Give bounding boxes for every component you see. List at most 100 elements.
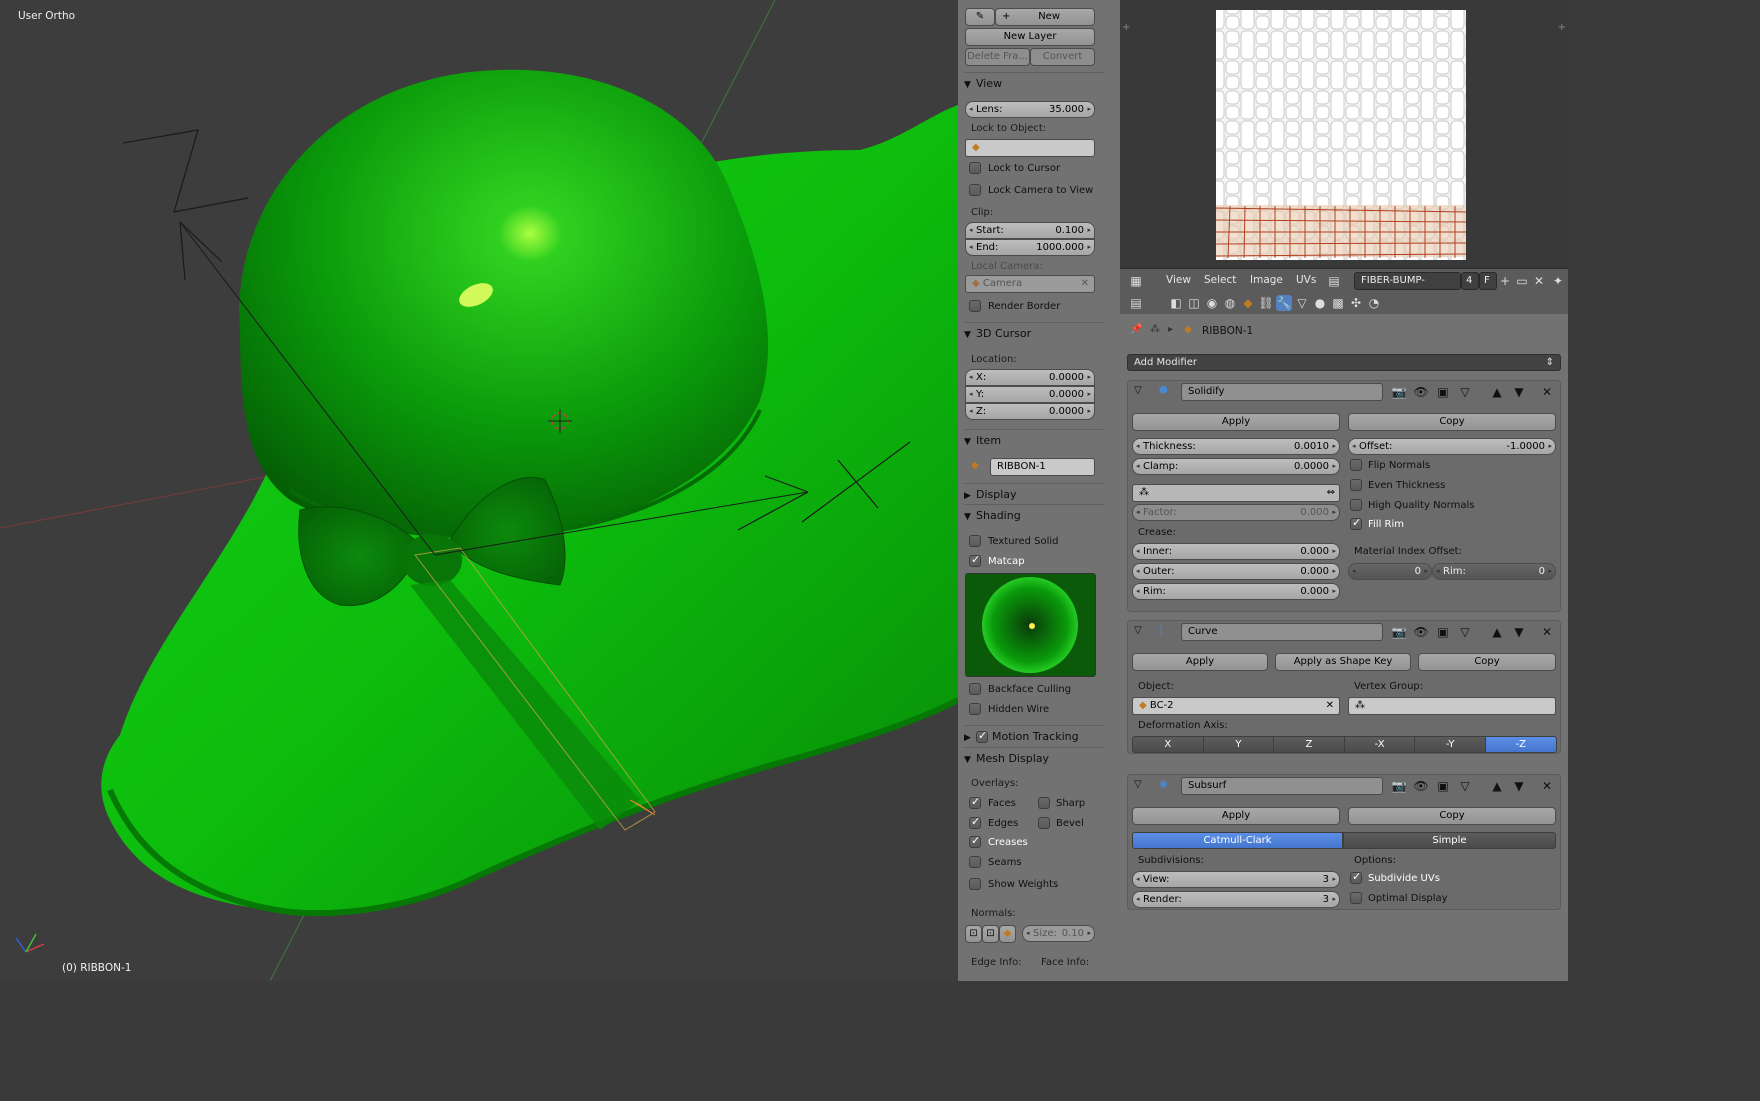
editor-type-icon[interactable]: ▤	[1128, 295, 1144, 311]
3d-viewport[interactable]: User Ortho (0) RIBBON-1	[0, 0, 958, 981]
show-weights-checkbox[interactable]	[969, 878, 981, 890]
render-toggle-icon[interactable]: 📷	[1391, 624, 1407, 640]
sharp-checkbox[interactable]	[1038, 797, 1050, 809]
clamp-field[interactable]: Clamp:0.0000	[1132, 458, 1340, 475]
edges-checkbox[interactable]	[969, 815, 981, 829]
catmull-clark-button[interactable]: Catmull-Clark	[1132, 832, 1343, 849]
uv-image-editor[interactable]: + +	[1120, 0, 1568, 268]
curve-vertex-group-field[interactable]: ⁂	[1348, 697, 1556, 715]
subsurf-name-field[interactable]: Subsurf	[1181, 777, 1383, 795]
select-menu[interactable]: Select	[1204, 274, 1236, 286]
axis-button-x[interactable]: X	[1132, 736, 1204, 753]
world-tab-icon[interactable]: ◍	[1222, 295, 1238, 311]
editmode-toggle-icon[interactable]: ▣	[1435, 384, 1451, 400]
subdivide-uvs-checkbox[interactable]	[1350, 870, 1362, 884]
image-browse-icon[interactable]: ▤	[1326, 273, 1342, 289]
cursor-x-field[interactable]: X:0.0000	[965, 369, 1095, 386]
cage-toggle-icon[interactable]: ▽	[1457, 624, 1473, 640]
mesh-display-header[interactable]: ▼ Mesh Display	[964, 747, 1104, 767]
render-toggle-icon[interactable]: 📷	[1391, 384, 1407, 400]
plus-icon[interactable]: +	[1558, 22, 1566, 33]
invert-icon[interactable]: ⇔	[1327, 485, 1335, 501]
faces-checkbox[interactable]	[969, 795, 981, 809]
gp-new-button[interactable]: + New	[995, 8, 1095, 26]
item-panel-header[interactable]: ▼ Item	[964, 429, 1104, 449]
matcap-preview[interactable]	[965, 573, 1096, 677]
creases-checkbox[interactable]	[969, 834, 981, 848]
item-name-field[interactable]: RIBBON-1	[990, 458, 1095, 476]
lock-object-field[interactable]: ◆	[965, 139, 1095, 157]
inner-crease-field[interactable]: Inner:0.000	[1132, 543, 1340, 560]
optimal-display-checkbox[interactable]	[1350, 892, 1362, 904]
lens-field[interactable]: Lens:35.000	[965, 101, 1095, 118]
solidify-name-field[interactable]: Solidify	[1181, 383, 1383, 401]
simple-button[interactable]: Simple	[1343, 832, 1556, 849]
close-icon[interactable]: ✕	[1539, 384, 1555, 400]
particles-tab-icon[interactable]: ✣	[1348, 295, 1364, 311]
close-icon[interactable]: ✕	[1539, 778, 1555, 794]
pin-icon[interactable]: 📌	[1130, 324, 1142, 335]
cursor-panel-header[interactable]: ▼ 3D Cursor	[964, 322, 1104, 342]
backface-culling-checkbox[interactable]	[969, 683, 981, 695]
view-menu[interactable]: View	[1166, 274, 1191, 286]
delete-frame-button[interactable]: Delete Fra...	[965, 48, 1030, 66]
shading-panel-header[interactable]: ▼ Shading	[964, 504, 1104, 524]
viewport-toggle-icon[interactable]: 👁	[1413, 624, 1429, 640]
editmode-toggle-icon[interactable]: ▣	[1435, 778, 1451, 794]
lock-camera-checkbox[interactable]	[969, 184, 981, 196]
fake-user-button[interactable]: F	[1479, 272, 1497, 290]
move-down-icon[interactable]: ▼	[1511, 624, 1527, 640]
rim-crease-field[interactable]: Rim:0.000	[1132, 583, 1340, 600]
outer-crease-field[interactable]: Outer:0.000	[1132, 563, 1340, 580]
subsurf-apply-button[interactable]: Apply	[1132, 807, 1340, 825]
subsurf-render-levels-field[interactable]: Render:3	[1132, 891, 1340, 908]
vertex-group-field[interactable]: ⁂ ⇔	[1132, 484, 1340, 502]
flip-normals-checkbox[interactable]	[1350, 459, 1362, 471]
new-image-icon[interactable]: +	[1497, 273, 1513, 289]
image-name-field[interactable]: FIBER-BUMP-BAKE...	[1354, 272, 1461, 302]
motion-tracking-header[interactable]: ▶Motion Tracking	[964, 725, 1104, 745]
seams-checkbox[interactable]	[969, 856, 981, 868]
move-up-icon[interactable]: ▲	[1489, 384, 1505, 400]
material-tab-icon[interactable]: ●	[1312, 295, 1328, 311]
move-up-icon[interactable]: ▲	[1489, 624, 1505, 640]
render-layers-tab-icon[interactable]: ◫	[1186, 295, 1202, 311]
image-menu[interactable]: Image	[1250, 274, 1283, 286]
textured-solid-checkbox[interactable]	[969, 535, 981, 547]
subsurf-view-levels-field[interactable]: View:3	[1132, 871, 1340, 888]
plus-icon[interactable]: +	[1122, 22, 1130, 33]
cursor-z-field[interactable]: Z:0.0000	[965, 403, 1095, 420]
bevel-checkbox[interactable]	[1038, 817, 1050, 829]
cage-toggle-icon[interactable]: ▽	[1457, 778, 1473, 794]
face-normals-button[interactable]: ◆	[999, 925, 1016, 943]
curve-object-field[interactable]: ◆ BC-2 ✕	[1132, 697, 1340, 715]
pin-icon[interactable]: ✦	[1550, 273, 1566, 289]
offset-field[interactable]: Offset:-1.0000	[1348, 438, 1556, 455]
axis-button-neg-z[interactable]: -Z	[1485, 736, 1557, 753]
editmode-toggle-icon[interactable]: ▣	[1435, 624, 1451, 640]
local-camera-field[interactable]: ◆ Camera ✕	[965, 275, 1095, 293]
constraints-tab-icon[interactable]: ⛓	[1258, 295, 1274, 311]
image-users-count[interactable]: 4	[1461, 272, 1479, 290]
gp-pencil-selector[interactable]: ✎	[965, 8, 995, 26]
normal-size-field[interactable]: Size:0.10	[1022, 925, 1095, 942]
axis-button-z[interactable]: Z	[1273, 736, 1345, 753]
material-offset-field[interactable]: 0	[1348, 563, 1432, 580]
curve-copy-button[interactable]: Copy	[1418, 653, 1556, 671]
display-panel-header[interactable]: ▶ Display	[964, 483, 1104, 503]
thickness-field[interactable]: Thickness:0.0010	[1132, 438, 1340, 455]
data-tab-icon[interactable]: ▽	[1294, 295, 1310, 311]
editor-type-icon[interactable]: ▦	[1128, 273, 1144, 289]
collapse-arrow-icon[interactable]: ▽	[1134, 779, 1142, 790]
render-tab-icon[interactable]: ◧	[1168, 295, 1184, 311]
clip-end-field[interactable]: End:1000.000	[965, 239, 1095, 256]
loop-normals-button[interactable]: ⊡	[982, 925, 999, 943]
solidify-apply-button[interactable]: Apply	[1132, 413, 1340, 431]
render-toggle-icon[interactable]: 📷	[1391, 778, 1407, 794]
high-quality-normals-checkbox[interactable]	[1350, 499, 1362, 511]
curve-apply-shape-key-button[interactable]: Apply as Shape Key	[1275, 653, 1411, 671]
close-icon[interactable]: ✕	[1326, 698, 1334, 714]
even-thickness-checkbox[interactable]	[1350, 479, 1362, 491]
material-rim-field[interactable]: Rim:0	[1432, 563, 1556, 580]
new-layer-button[interactable]: New Layer	[965, 28, 1095, 46]
